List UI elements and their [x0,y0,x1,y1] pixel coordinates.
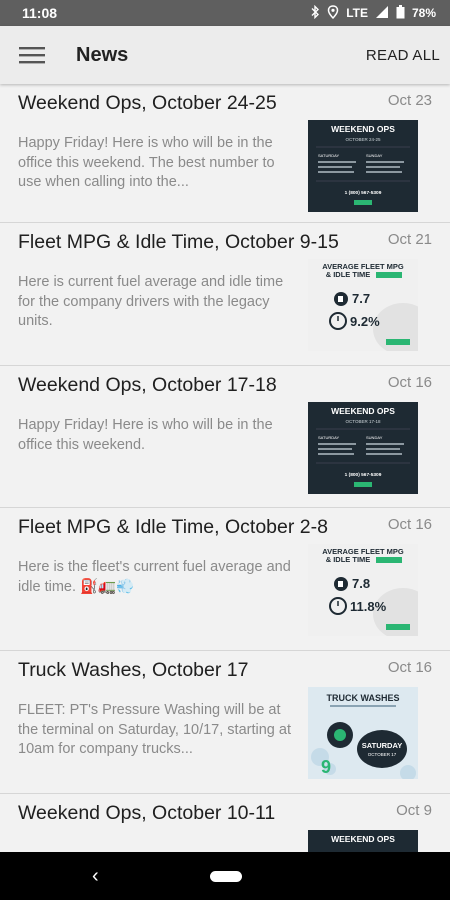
news-item[interactable]: Fleet MPG & Idle Time, October 2-8 Oct 1… [0,508,450,651]
system-nav-bar: ‹ [0,852,450,900]
status-time: 11:08 [22,5,58,21]
news-item-title: Truck Washes, October 17 [18,659,249,681]
thumb-col-right: SUNDAY [366,153,383,158]
news-item[interactable]: Truck Washes, October 17 Oct 16 FLEET: P… [0,651,450,794]
page-title: News [76,43,129,66]
thumb-heading: TRUCK WASHES [326,693,399,703]
news-item-summary: Here is current fuel average and idle ti… [18,274,284,329]
news-item-summary: Happy Friday! Here is who will be in the… [18,135,275,190]
home-pill-icon[interactable] [210,871,242,882]
thumb-day: SATURDAY [362,741,402,750]
weekend-ops-thumbnail: WEEKEND OPS [308,830,418,852]
weekend-ops-thumbnail: WEEKEND OPS OCTOBER 24-25 SATURDAY SUNDA… [308,120,418,212]
location-icon [327,4,339,22]
thumb-idle-value: 9.2% [350,314,380,329]
truck-wash-thumbnail: TRUCK WASHES SATURDAY OCTOBER 17 9 [308,687,418,779]
thumb-phone: 1 (800) 567-5309 [345,190,382,196]
news-item[interactable]: Weekend Ops, October 17-18 Oct 16 Happy … [0,366,450,508]
news-item-date: Oct 16 [387,516,432,533]
news-item[interactable]: Weekend Ops, October 24-25 Oct 23 Happy … [0,84,450,223]
news-item-date: Oct 23 [387,92,432,109]
weekend-ops-thumbnail: WEEKEND OPS OCTOBER 17-18 SATURDAY SUNDA… [308,402,418,494]
news-item-title: Fleet MPG & Idle Time, October 2-8 [18,516,328,538]
news-item[interactable]: Weekend Ops, October 10-11 Oct 9 WEEKEND… [0,794,450,852]
thumb-idle-value: 11.8% [350,599,387,614]
menu-button[interactable] [0,26,64,84]
app-bar: News READ ALL [0,26,450,84]
news-item-title: Weekend Ops, October 24-25 [18,92,277,114]
thumb-date: OCTOBER 17 [368,752,397,757]
news-item-date: Oct 21 [387,231,432,248]
read-all-button[interactable]: READ ALL [366,47,440,64]
battery-percent: 78% [411,6,436,20]
thumb-heading: WEEKEND OPS [331,834,395,844]
thumb-subheading: OCTOBER 17-18 [346,419,381,424]
news-item-summary: FLEET: PT's Pressure Washing will be at … [18,702,291,757]
network-label: LTE [346,6,368,20]
fleet-mpg-thumbnail: AVERAGE FLEET MPG & IDLE TIME 7.7 9.2% [308,259,418,351]
bluetooth-icon [310,4,320,22]
news-item[interactable]: Fleet MPG & Idle Time, October 9-15 Oct … [0,223,450,366]
news-list: Weekend Ops, October 24-25 Oct 23 Happy … [0,84,450,852]
status-icons: LTE 78% [310,4,436,22]
thumb-col-left: SATURDAY [318,435,340,440]
back-icon[interactable]: ‹ [92,865,99,888]
thumb-col-right: SUNDAY [366,435,383,440]
fleet-mpg-thumbnail: AVERAGE FLEET MPG & IDLE TIME 7.8 11.8% [308,544,418,636]
news-item-title: Weekend Ops, October 10-11 [18,802,276,824]
signal-icon [375,5,389,22]
news-item-date: Oct 16 [387,374,432,391]
thumb-heading-line2: & IDLE TIME [326,555,371,564]
news-item-summary: Here is the fleet's current fuel average… [18,559,291,595]
thumb-mpg-value: 7.8 [352,576,370,591]
status-bar: 11:08 LTE 78% [0,0,450,26]
thumb-col-left: SATURDAY [318,153,340,158]
news-item-date: Oct 16 [387,659,432,676]
brand-logo-icon: 9 [321,757,331,777]
news-item-title: Fleet MPG & Idle Time, October 9-15 [18,231,339,253]
news-item-date: Oct 9 [396,802,432,819]
thumb-mpg-value: 7.7 [352,291,370,306]
thumb-phone: 1 (800) 567-5309 [345,472,382,478]
hamburger-menu-icon [19,47,45,64]
news-item-summary: Happy Friday! Here is who will be in the… [18,417,273,453]
thumb-heading: WEEKEND OPS [331,124,395,134]
thumb-subheading: OCTOBER 24-25 [346,137,381,142]
thumb-heading-line2: & IDLE TIME [326,270,371,279]
news-item-title: Weekend Ops, October 17-18 [18,374,277,396]
battery-icon [396,4,405,22]
thumb-heading: WEEKEND OPS [331,406,395,416]
